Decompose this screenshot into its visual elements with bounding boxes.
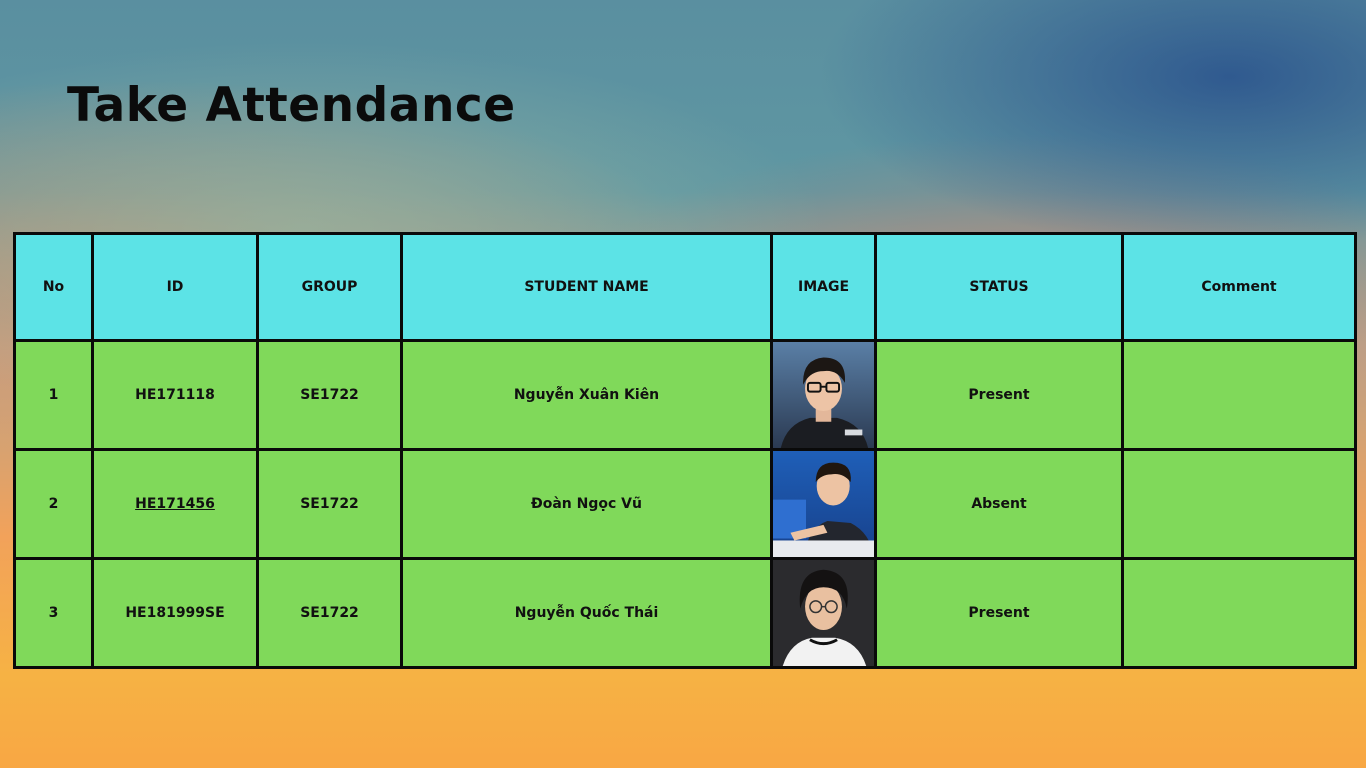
row-number: 1	[13, 339, 94, 451]
student-id-link[interactable]: HE171456	[135, 496, 215, 512]
student-photo	[770, 339, 877, 451]
column-header-group: GROUP	[256, 232, 403, 342]
table-row: 3 HE181999SE SE1722 Nguyễn Quốc Thái Pre…	[13, 557, 1357, 669]
student-group: SE1722	[256, 557, 403, 669]
student-group: SE1722	[256, 339, 403, 451]
page-title: Take Attendance	[67, 78, 516, 133]
attendance-table: No ID GROUP STUDENT NAME IMAGE STATUS Co…	[13, 232, 1357, 669]
comment-cell[interactable]	[1121, 557, 1357, 669]
student-photo	[770, 448, 877, 560]
column-header-id: ID	[91, 232, 259, 342]
student-photo-2	[773, 451, 874, 557]
student-name: Nguyễn Quốc Thái	[400, 557, 773, 669]
attendance-status: Present	[874, 557, 1124, 669]
column-header-student-name: STUDENT NAME	[400, 232, 773, 342]
column-header-status: STATUS	[874, 232, 1124, 342]
student-name: Đoàn Ngọc Vũ	[400, 448, 773, 560]
student-photo	[770, 557, 877, 669]
comment-cell[interactable]	[1121, 448, 1357, 560]
student-id: HE181999SE	[91, 557, 259, 669]
student-group: SE1722	[256, 448, 403, 560]
table-row: 1 HE171118 SE1722 Nguyễn Xuân Kiên Prese…	[13, 339, 1357, 451]
comment-cell[interactable]	[1121, 339, 1357, 451]
column-header-no: No	[13, 232, 94, 342]
attendance-status: Present	[874, 339, 1124, 451]
column-header-image: IMAGE	[770, 232, 877, 342]
student-id: HE171456	[91, 448, 259, 560]
row-number: 2	[13, 448, 94, 560]
row-number: 3	[13, 557, 94, 669]
student-id: HE171118	[91, 339, 259, 451]
attendance-status: Absent	[874, 448, 1124, 560]
column-header-comment: Comment	[1121, 232, 1357, 342]
student-name: Nguyễn Xuân Kiên	[400, 339, 773, 451]
table-row: 2 HE171456 SE1722 Đoàn Ngọc Vũ Absent	[13, 448, 1357, 560]
student-photo-1	[773, 342, 874, 448]
student-photo-3	[773, 560, 874, 666]
table-header-row: No ID GROUP STUDENT NAME IMAGE STATUS Co…	[13, 232, 1357, 342]
